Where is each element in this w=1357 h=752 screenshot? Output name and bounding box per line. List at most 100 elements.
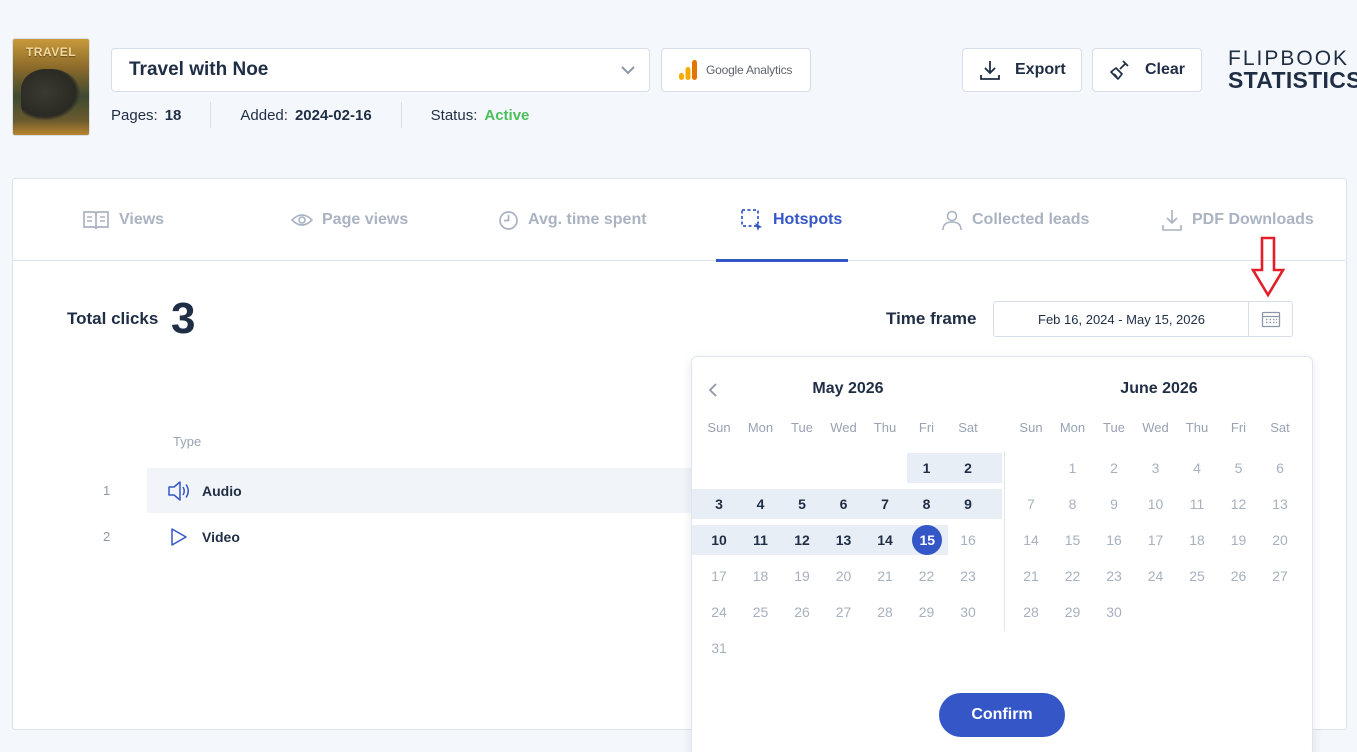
table-row[interactable]: 2 Video [103,514,707,559]
calendar-day[interactable]: 6 [823,489,864,519]
calendar-day[interactable]: 7 [1011,489,1051,519]
speaker-icon [168,481,189,501]
calendar-day[interactable]: 12 [782,525,822,555]
calendar-day[interactable]: 27 [824,597,864,627]
calendar-day[interactable]: 18 [1177,525,1217,555]
calendar-day[interactable]: 25 [741,597,781,627]
calendar-button[interactable] [1248,301,1293,337]
calendar-day[interactable]: 29 [907,597,947,627]
download-icon [1162,210,1182,231]
calendar-day[interactable]: 16 [948,525,988,555]
calendar-day[interactable]: 19 [1219,525,1259,555]
time-frame-input[interactable]: Feb 16, 2024 - May 15, 2026 [993,301,1249,337]
calendar-day[interactable]: 28 [1011,597,1051,627]
weekday-label: Tue [791,420,813,435]
calendar-day[interactable]: 5 [782,489,822,519]
calendar-day[interactable]: 21 [1011,561,1051,591]
calendar-day[interactable]: 29 [1053,597,1093,627]
calendar-day[interactable]: 12 [1219,489,1259,519]
calendar-day[interactable]: 23 [1094,561,1134,591]
calendar-day[interactable]: 30 [1094,597,1134,627]
calendar-day[interactable]: 14 [865,525,905,555]
tab-views[interactable]: Views [82,179,164,261]
calendar-day[interactable]: 20 [824,561,864,591]
weekday-label: Wed [830,420,857,435]
column-header-type: Type [173,434,202,449]
stats-tabs: Views Page views Avg. time spent Hotspot… [13,179,1346,262]
calendar-day[interactable]: 11 [1177,489,1217,519]
calendar-icon [1261,311,1280,328]
calendar-day[interactable]: 2 [1094,453,1134,483]
tab-collected-leads[interactable]: Collected leads [941,179,1089,261]
google-analytics-button[interactable]: Google Analytics [661,48,811,92]
brand-line2: STATISTICS [1228,67,1357,93]
meta-divider [400,102,402,128]
row-index: 2 [103,529,111,544]
calendar-day[interactable]: 25 [1177,561,1217,591]
calendar-day[interactable]: 17 [699,561,739,591]
calendar-day[interactable]: 10 [699,525,739,555]
calendar-day[interactable]: 9 [948,489,988,519]
tab-label: Hotspots [773,211,843,228]
calendar-day[interactable]: 23 [948,561,988,591]
confirm-button[interactable]: Confirm [939,693,1065,737]
calendar-day[interactable]: 22 [1053,561,1093,591]
table-row[interactable]: 1 Audio [103,468,707,513]
google-analytics-label: Google Analytics [706,63,793,77]
calendar-day[interactable]: 17 [1136,525,1176,555]
calendar-day[interactable]: 22 [907,561,947,591]
calendar-day[interactable]: 24 [1136,561,1176,591]
calendar-day[interactable]: 26 [1219,561,1259,591]
calendar-day[interactable]: 31 [699,633,739,663]
calendar-day[interactable]: 3 [699,489,739,519]
calendar-day[interactable]: 15 [1053,525,1093,555]
calendar-day[interactable]: 26 [782,597,822,627]
status-badge: Active [484,106,530,124]
calendar-day[interactable]: 27 [1260,561,1300,591]
calendar-day[interactable]: 4 [1177,453,1217,483]
calendar-day[interactable]: 18 [741,561,781,591]
meta-divider [210,102,212,128]
calendar-day[interactable]: 8 [1053,489,1093,519]
views-icon [83,211,109,230]
calendar-day[interactable]: 13 [823,525,864,555]
month-title-right: June 2026 [1120,380,1198,397]
calendar-day[interactable]: 16 [1094,525,1134,555]
calendar-day[interactable]: 11 [740,525,781,555]
weekday-label: Thu [1185,420,1209,435]
flipbook-title: Travel with Noe [129,59,269,80]
tab-pdf-downloads[interactable]: PDF Downloads [1161,179,1314,261]
calendar-day[interactable]: 30 [948,597,988,627]
calendar-day[interactable]: 24 [699,597,739,627]
calendar-day[interactable]: 19 [782,561,822,591]
calendar-day[interactable]: 7 [865,489,905,519]
calendar-day[interactable]: 1 [1053,453,1093,483]
export-button[interactable]: Export [962,48,1082,92]
flipbook-select[interactable]: Travel with Noe [111,48,650,92]
calendar-day[interactable]: 8 [906,489,947,519]
calendar-day[interactable]: 1 [906,453,947,483]
month-divider [1004,451,1005,631]
clear-button[interactable]: Clear [1092,48,1202,92]
calendar-day[interactable]: 15 [906,525,948,555]
calendar-day[interactable]: 2 [948,453,988,483]
calendar-day[interactable]: 28 [865,597,905,627]
tab-page-views[interactable]: Page views [291,179,408,261]
calendar-day[interactable]: 14 [1011,525,1051,555]
hotspot-selection-icon [741,209,762,231]
calendar-day[interactable]: 5 [1219,453,1259,483]
calendar-day[interactable]: 21 [865,561,905,591]
user-icon [942,210,962,231]
calendar-day[interactable]: 3 [1136,453,1176,483]
tab-avg-time-spent[interactable]: Avg. time spent [498,179,647,261]
calendar-day[interactable]: 4 [740,489,781,519]
calendar-day[interactable]: 10 [1136,489,1176,519]
tab-hotspots[interactable]: Hotspots [740,179,842,261]
calendar-day[interactable]: 6 [1260,453,1300,483]
clock-icon [499,210,518,230]
calendar-day[interactable]: 9 [1094,489,1134,519]
calendar-day[interactable]: 20 [1260,525,1300,555]
calendar-day[interactable]: 13 [1260,489,1300,519]
weekday-label: Fri [918,420,935,435]
status-label: Status: [430,106,478,124]
